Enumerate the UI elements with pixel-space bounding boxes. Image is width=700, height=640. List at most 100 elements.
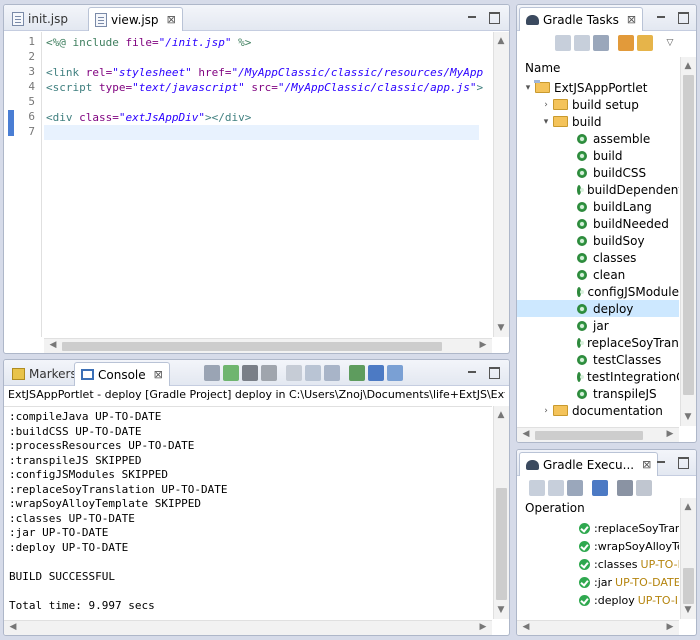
execution-row[interactable]: :deploy UP-TO-I bbox=[517, 592, 679, 609]
rerun-icon[interactable] bbox=[636, 480, 652, 496]
console-output[interactable]: :compileJava UP-TO-DATE:buildCSS UP-TO-D… bbox=[4, 406, 492, 619]
tree-task-node[interactable]: transpileJS bbox=[517, 385, 679, 402]
scroll-left-icon[interactable]: ◀ bbox=[6, 622, 20, 632]
tree-task-node[interactable]: testClasses bbox=[517, 351, 679, 368]
chevron-down-icon[interactable]: ▾ bbox=[541, 117, 551, 127]
scroll-thumb[interactable] bbox=[683, 568, 694, 604]
tree-group-node[interactable]: › documentation bbox=[517, 402, 679, 419]
scroll-right-icon[interactable]: ▶ bbox=[663, 429, 677, 439]
maximize-icon[interactable] bbox=[677, 11, 689, 24]
chevron-right-icon[interactable]: › bbox=[541, 100, 551, 110]
execution-row[interactable]: :replaceSoyTrans bbox=[517, 520, 679, 537]
tree-task-node[interactable]: jar bbox=[517, 317, 679, 334]
tab-console[interactable]: Console ⊠ bbox=[74, 362, 170, 386]
tree-project-node[interactable]: ▾ ExtJSAppPortlet bbox=[517, 79, 679, 96]
exec-horizontal-scrollbar[interactable]: ◀ ▶ bbox=[517, 620, 679, 635]
word-wrap-icon[interactable] bbox=[324, 365, 340, 381]
tree-task-node[interactable]: configJSModule bbox=[517, 283, 679, 300]
tab-markers[interactable]: Markers bbox=[6, 362, 83, 386]
scroll-left-icon[interactable]: ◀ bbox=[519, 622, 533, 632]
remove-all-icon[interactable] bbox=[261, 365, 277, 381]
link-with-selection-icon[interactable] bbox=[593, 35, 609, 51]
scroll-up-icon[interactable]: ▲ bbox=[681, 61, 695, 71]
code-text-area[interactable]: <%@ include file="/init.jsp" %> <link rel… bbox=[44, 32, 492, 337]
tree-group-node[interactable]: › build setup bbox=[517, 96, 679, 113]
close-icon[interactable]: ⊠ bbox=[167, 13, 176, 26]
remove-launch-icon[interactable] bbox=[242, 365, 258, 381]
console-horizontal-scrollbar[interactable]: ◀ ▶ bbox=[4, 620, 492, 635]
tree-task-node[interactable]: clean bbox=[517, 266, 679, 283]
tree-task-node[interactable]: buildDependent bbox=[517, 181, 679, 198]
execution-row[interactable]: :classes UP-TO-I bbox=[517, 556, 679, 573]
scroll-left-icon[interactable]: ◀ bbox=[46, 340, 60, 350]
scroll-thumb[interactable] bbox=[683, 75, 694, 395]
close-icon[interactable]: ⊠ bbox=[642, 458, 651, 471]
exec-vertical-scrollbar[interactable]: ▲ ▼ bbox=[680, 498, 696, 619]
relaunch-icon[interactable] bbox=[223, 365, 239, 381]
cancel-execution-icon[interactable] bbox=[617, 480, 633, 496]
tab-gradle-tasks[interactable]: Gradle Tasks ⊠ bbox=[519, 7, 644, 31]
scroll-thumb[interactable] bbox=[496, 488, 507, 600]
view-menu-icon[interactable]: ▽ bbox=[662, 35, 678, 51]
scroll-up-icon[interactable]: ▲ bbox=[681, 502, 695, 512]
refresh-icon[interactable] bbox=[618, 35, 634, 51]
expand-all-icon[interactable] bbox=[529, 480, 545, 496]
tree-task-node[interactable]: buildCSS bbox=[517, 164, 679, 181]
terminate-icon[interactable] bbox=[204, 365, 220, 381]
tree-task-node[interactable]: buildNeeded bbox=[517, 215, 679, 232]
maximize-icon[interactable] bbox=[488, 11, 500, 24]
scroll-down-icon[interactable]: ▼ bbox=[681, 605, 695, 615]
tree-task-node[interactable]: replaceSoyTrans bbox=[517, 334, 679, 351]
console-vertical-scrollbar[interactable]: ▲ ▼ bbox=[493, 406, 509, 619]
scroll-thumb[interactable] bbox=[62, 342, 442, 351]
scroll-right-icon[interactable]: ▶ bbox=[476, 340, 490, 350]
open-console-icon[interactable] bbox=[387, 365, 403, 381]
maximize-icon[interactable] bbox=[677, 456, 689, 469]
pin-console-icon[interactable] bbox=[349, 365, 365, 381]
expand-all-icon[interactable] bbox=[555, 35, 571, 51]
close-icon[interactable]: ⊠ bbox=[154, 368, 163, 381]
scroll-down-icon[interactable]: ▼ bbox=[494, 605, 508, 615]
scroll-lock-icon[interactable] bbox=[305, 365, 321, 381]
execution-row[interactable]: :wrapSoyAlloyTe bbox=[517, 538, 679, 555]
show-console-icon[interactable] bbox=[592, 480, 608, 496]
minimize-icon[interactable] bbox=[655, 11, 667, 23]
minimize-icon[interactable] bbox=[466, 11, 478, 23]
run-tasks-icon[interactable] bbox=[637, 35, 653, 51]
scroll-down-icon[interactable]: ▼ bbox=[494, 323, 508, 333]
collapse-all-icon[interactable] bbox=[548, 480, 564, 496]
minimize-icon[interactable] bbox=[466, 366, 478, 378]
chevron-down-icon[interactable]: ▾ bbox=[523, 83, 533, 93]
tab-view-jsp[interactable]: view.jsp ⊠ bbox=[88, 7, 183, 31]
tree-task-node[interactable]: assemble bbox=[517, 130, 679, 147]
tree-task-node[interactable]: testIntegrationC bbox=[517, 368, 679, 385]
tree-task-node[interactable]: deploy bbox=[517, 300, 679, 317]
tasks-horizontal-scrollbar[interactable]: ◀ ▶ bbox=[517, 427, 679, 442]
scroll-down-icon[interactable]: ▼ bbox=[681, 412, 695, 422]
scroll-up-icon[interactable]: ▲ bbox=[494, 36, 508, 46]
scroll-thumb[interactable] bbox=[535, 431, 643, 440]
editor-horizontal-scrollbar[interactable]: ◀ ▶ bbox=[44, 338, 492, 353]
scroll-right-icon[interactable]: ▶ bbox=[476, 622, 490, 632]
clear-console-icon[interactable] bbox=[286, 365, 302, 381]
tree-group-node[interactable]: ▾ build bbox=[517, 113, 679, 130]
tree-task-node[interactable]: build bbox=[517, 147, 679, 164]
tree-task-node[interactable]: buildSoy bbox=[517, 232, 679, 249]
minimize-icon[interactable] bbox=[655, 456, 667, 468]
close-icon[interactable]: ⊠ bbox=[627, 13, 636, 26]
tasks-vertical-scrollbar[interactable]: ▲ ▼ bbox=[680, 57, 696, 426]
scroll-left-icon[interactable]: ◀ bbox=[519, 429, 533, 439]
link-with-selection-icon[interactable] bbox=[567, 480, 583, 496]
maximize-icon[interactable] bbox=[488, 366, 500, 379]
execution-row[interactable]: :jar UP-TO-DATE bbox=[517, 574, 679, 591]
tree-task-node[interactable]: classes bbox=[517, 249, 679, 266]
collapse-all-icon[interactable] bbox=[574, 35, 590, 51]
editor-vertical-scrollbar[interactable]: ▲ ▼ bbox=[493, 32, 509, 337]
scroll-right-icon[interactable]: ▶ bbox=[663, 622, 677, 632]
scroll-up-icon[interactable]: ▲ bbox=[494, 410, 508, 420]
tab-gradle-executions[interactable]: Gradle Execu... ⊠ bbox=[519, 452, 659, 476]
tree-task-node[interactable]: buildLang bbox=[517, 198, 679, 215]
tab-init-jsp[interactable]: init.jsp bbox=[6, 7, 74, 31]
display-console-icon[interactable] bbox=[368, 365, 384, 381]
chevron-right-icon[interactable]: › bbox=[541, 406, 551, 416]
